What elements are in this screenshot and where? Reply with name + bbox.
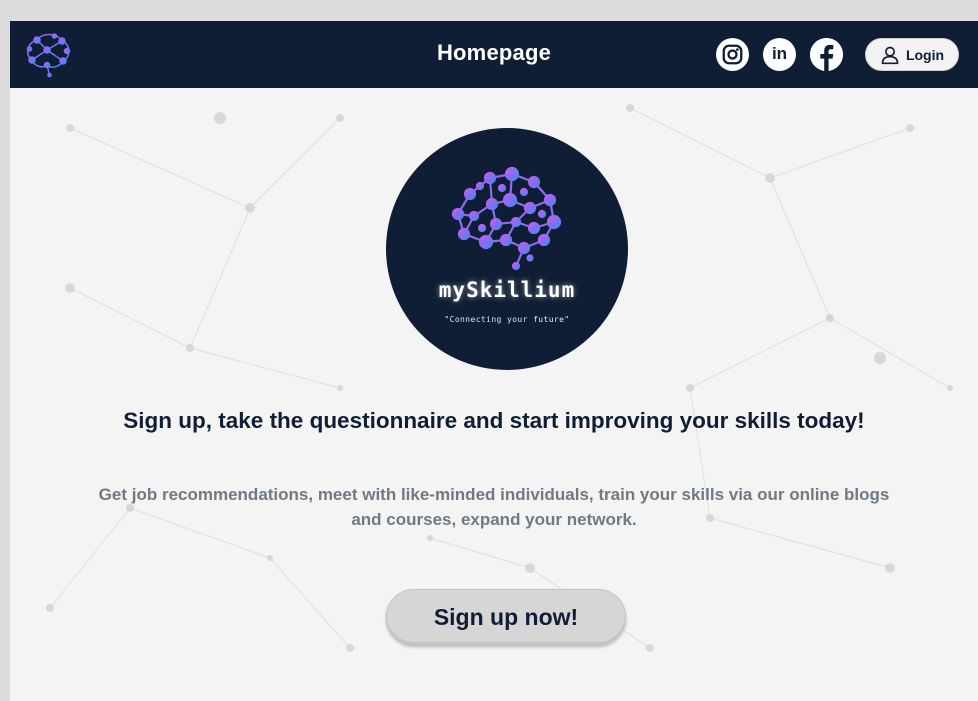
facebook-icon bbox=[810, 38, 843, 71]
top-navbar: Homepage in Login bbox=[10, 21, 978, 88]
login-button[interactable]: Login bbox=[865, 38, 959, 71]
brand-name: mySkillium bbox=[438, 278, 576, 302]
linkedin-icon: in bbox=[771, 44, 788, 63]
linkedin-button[interactable]: in bbox=[763, 38, 796, 71]
app-frame: Homepage in Login mySkillium "Connecting… bbox=[10, 21, 978, 701]
user-icon bbox=[881, 46, 899, 64]
headline: Sign up, take the questionnaire and star… bbox=[123, 408, 865, 433]
brand-tagline: "Connecting your future" bbox=[444, 315, 570, 324]
facebook-button[interactable] bbox=[810, 38, 843, 71]
subtext: Get job recommendations, meet with like-… bbox=[98, 485, 890, 529]
hero-logo: mySkillium "Connecting your future" bbox=[386, 128, 628, 370]
instagram-icon bbox=[722, 44, 743, 65]
instagram-button[interactable] bbox=[716, 38, 749, 71]
sign-up-button[interactable]: Sign up now! bbox=[386, 589, 626, 645]
login-label: Login bbox=[905, 46, 945, 63]
brain-network-icon bbox=[451, 166, 562, 271]
